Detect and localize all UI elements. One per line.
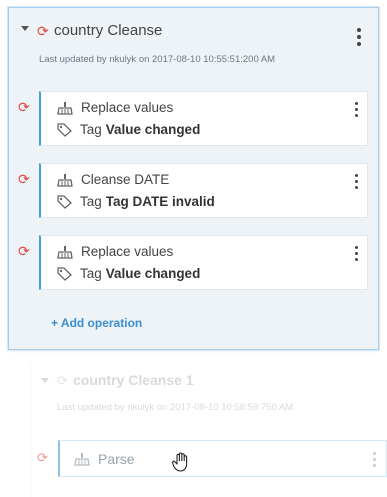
- operation-sync-icon: ⟳: [18, 171, 30, 187]
- broom-icon: [57, 173, 73, 187]
- operation-menu-icon[interactable]: [355, 246, 359, 261]
- step-header: ⟳ country Cleanse Last updated by nkulyk…: [9, 8, 378, 68]
- tag-icon: [57, 194, 72, 209]
- dragged-operation-sync-icon: ⟳: [37, 450, 48, 465]
- operation-name: Cleanse DATE: [81, 172, 170, 187]
- operation-menu-icon[interactable]: [355, 102, 359, 117]
- operation-tag-prefix: Tag: [80, 266, 102, 281]
- operation-tag-value: Value changed: [105, 122, 201, 137]
- ghost-step-border: [30, 362, 31, 497]
- operation-name: Replace values: [81, 244, 174, 259]
- operation-menu-icon[interactable]: [355, 174, 359, 189]
- operation-tag-prefix: Tag: [80, 194, 102, 209]
- broom-icon: [74, 453, 90, 466]
- grab-cursor-icon: [172, 452, 188, 472]
- step-menu-icon[interactable]: [357, 28, 361, 46]
- tag-icon: [57, 266, 72, 281]
- ghost-step-last-updated: Last updated by nkulyk on 2017-08-10 10:…: [57, 402, 294, 413]
- step-last-updated: Last updated by nkulyk on 2017-08-10 10:…: [39, 54, 276, 65]
- collapse-caret-icon[interactable]: [21, 26, 29, 31]
- broom-icon: [57, 101, 73, 115]
- ghost-step-title: country Cleanse 1: [73, 372, 194, 388]
- dragged-operation-menu-icon[interactable]: [373, 452, 377, 467]
- ghost-sync-icon: ⟳: [57, 373, 68, 388]
- cleanse-step-card[interactable]: ⟳ country Cleanse Last updated by nkulyk…: [8, 7, 379, 350]
- broom-icon: [57, 245, 73, 259]
- operation-card[interactable]: ⟳ Replace values Tag Value changed: [18, 91, 368, 146]
- operation-card[interactable]: ⟳ Cleanse DATE Tag Tag DATE invalid: [18, 163, 368, 218]
- operation-tag-value: Tag DATE invalid: [105, 194, 215, 209]
- operation-sync-icon: ⟳: [18, 99, 30, 115]
- dragged-operation-card[interactable]: Parse: [58, 440, 387, 477]
- step-title: country Cleanse: [54, 22, 163, 39]
- sync-icon: ⟳: [37, 23, 49, 39]
- operation-tag-prefix: Tag: [80, 122, 102, 137]
- add-operation-link[interactable]: + Add operation: [51, 316, 142, 330]
- operation-name: Replace values: [81, 100, 174, 115]
- operation-tag-value: Value changed: [105, 266, 201, 281]
- dragged-operation-name: Parse: [98, 451, 135, 467]
- operation-sync-icon: ⟳: [18, 243, 30, 259]
- tag-icon: [57, 122, 72, 137]
- ghost-caret-icon: [41, 378, 49, 383]
- operation-card[interactable]: ⟳ Replace values Tag Value changed: [18, 235, 368, 290]
